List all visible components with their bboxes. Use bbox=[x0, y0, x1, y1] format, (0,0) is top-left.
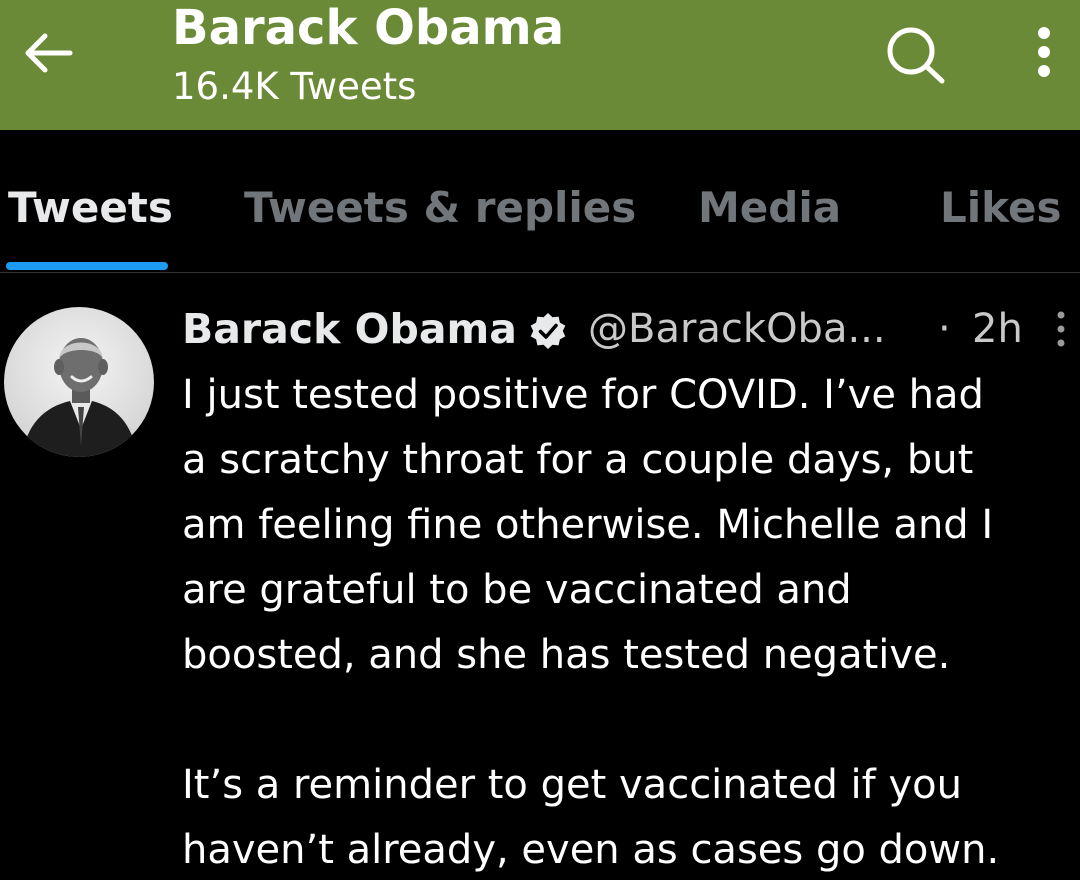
tweet-more-icon[interactable] bbox=[1048, 309, 1074, 349]
tweet-text-line: a scratchy throat for a couple days, but bbox=[182, 437, 974, 483]
tab-tweets-replies[interactable]: Tweets & replies bbox=[244, 182, 636, 234]
tweet-text: I just tested positive for COVID. I’ve h… bbox=[182, 363, 1080, 880]
back-arrow-icon bbox=[25, 33, 73, 73]
profile-header: Barack Obama 16.4K Tweets bbox=[0, 0, 1080, 130]
author-name[interactable]: Barack Obama bbox=[182, 301, 517, 357]
tweet-text-line: haven’t already, even as cases go down. bbox=[182, 827, 1000, 873]
active-tab-indicator bbox=[6, 262, 168, 270]
back-button[interactable] bbox=[20, 28, 76, 78]
verified-badge-icon bbox=[530, 313, 566, 349]
tweet-header: Barack Obama @BarackOba... · 2h bbox=[182, 301, 1080, 357]
page-title: Barack Obama bbox=[172, 0, 565, 56]
tab-media[interactable]: Media bbox=[698, 182, 841, 234]
tweet-text-line: am feeling fine otherwise. Michelle and … bbox=[182, 502, 994, 548]
more-vertical-icon bbox=[1038, 27, 1050, 77]
search-icon bbox=[887, 27, 945, 84]
search-button[interactable] bbox=[884, 24, 948, 88]
avatar[interactable] bbox=[4, 307, 154, 457]
profile-screen: Barack Obama 16.4K Tweets Tweets Tweets … bbox=[0, 0, 1080, 880]
tweet[interactable]: Barack Obama @BarackOba... · 2h I just t… bbox=[0, 273, 1080, 880]
separator-dot: · bbox=[938, 306, 951, 352]
more-options-button[interactable] bbox=[1024, 22, 1064, 86]
tweet-count: 16.4K Tweets bbox=[172, 65, 417, 108]
tab-likes[interactable]: Likes bbox=[940, 182, 1061, 234]
tweet-text-line: It’s a reminder to get vaccinated if you bbox=[182, 762, 962, 808]
tab-tweets[interactable]: Tweets bbox=[8, 182, 173, 234]
tweet-text-line: boosted, and she has tested negative. bbox=[182, 632, 951, 678]
profile-tabs: Tweets Tweets & replies Media Likes bbox=[0, 130, 1080, 273]
tweet-text-line: I just tested positive for COVID. I’ve h… bbox=[182, 372, 984, 418]
tweet-timestamp[interactable]: 2h bbox=[972, 301, 1023, 357]
author-handle[interactable]: @BarackOba... bbox=[588, 301, 886, 357]
tweet-text-line: are grateful to be vaccinated and bbox=[182, 567, 852, 613]
